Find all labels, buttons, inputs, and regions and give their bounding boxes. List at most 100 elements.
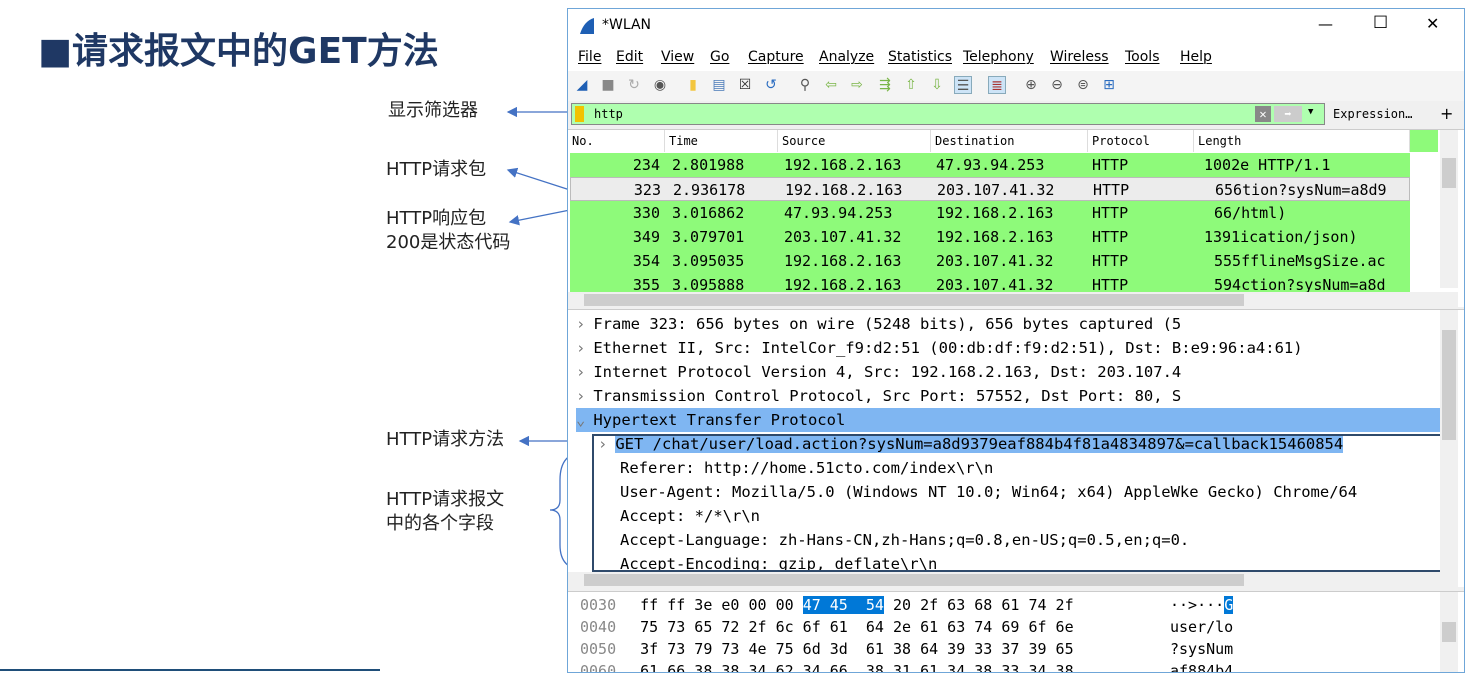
open-file-icon[interactable]: ▮	[684, 76, 702, 94]
minimize-button[interactable]: —	[1318, 15, 1333, 33]
hex-bytes: 3f 73 79 73 4e 75 6d 3d 61 38 64 39 33 3…	[640, 640, 1074, 658]
bytes-vscrollbar[interactable]	[1440, 592, 1458, 672]
go-forward-icon[interactable]: ⇨	[848, 76, 866, 94]
capture-options-icon[interactable]: ◉	[651, 76, 669, 94]
maximize-button[interactable]: ☐	[1373, 13, 1388, 33]
packet-cell-destination: 203.107.41.32	[936, 252, 1054, 270]
column-no[interactable]: No.	[568, 130, 665, 152]
detail-text: Frame 323: 656 bytes on wire (5248 bits)…	[593, 315, 1182, 333]
clear-filter-icon[interactable]: ✕	[1255, 106, 1271, 122]
menu-file[interactable]: File	[578, 49, 601, 65]
details-vscrollbar[interactable]	[1440, 310, 1458, 572]
column-length[interactable]: Length	[1194, 130, 1410, 152]
http-fields-highlight-box	[592, 434, 1442, 572]
menu-telephony[interactable]: Telephony	[963, 49, 1034, 65]
packet-row[interactable]: 234 2.801988 192.168.2.163 47.93.94.253 HTTP…	[570, 153, 1410, 177]
close-file-icon[interactable]: ☒	[736, 76, 754, 94]
packet-bytes: 0030 ff ff 3e e0 00 00 47 45 54 20 2f 63 …	[568, 591, 1464, 672]
display-filter-input[interactable]: http ✕ ➡ ▼	[571, 103, 1325, 125]
column-protocol[interactable]: Protocol	[1088, 130, 1194, 152]
packet-cell-time: 3.095035	[672, 252, 745, 270]
column-source[interactable]: Source	[778, 130, 931, 152]
menu-go[interactable]: Go	[710, 49, 729, 65]
go-to-packet-icon[interactable]: ⇶	[876, 76, 894, 94]
expand-icon[interactable]: ›	[576, 315, 585, 333]
packet-cell-info: 656tion?sysNum=a8d9	[1215, 181, 1387, 199]
menu-statistics[interactable]: Statistics	[888, 49, 952, 65]
packet-cell-info: 66/html)	[1214, 204, 1287, 222]
normal-size-icon[interactable]: ⊜	[1074, 76, 1092, 94]
expand-icon[interactable]: ›	[576, 387, 585, 405]
packet-cell-time: 2.936178	[673, 181, 746, 199]
hex-ascii-selected: G	[1224, 596, 1234, 614]
packet-row[interactable]: 349 3.079701 203.107.41.32 192.168.2.163 HTT…	[570, 225, 1410, 249]
packet-row[interactable]: 330 3.016862 47.93.94.253 192.168.2.163 HTTP…	[570, 201, 1410, 225]
zoom-in-icon[interactable]: ⊕	[1022, 76, 1040, 94]
resize-columns-icon[interactable]: ⊞	[1100, 76, 1118, 94]
packet-cell-info: 1002e HTTP/1.1	[1204, 156, 1331, 174]
hex-offset: 0030	[580, 596, 617, 614]
expression-button[interactable]: Expression…	[1333, 107, 1412, 121]
restart-capture-icon[interactable]: ↻	[625, 76, 643, 94]
filter-history-dropdown[interactable]: ▼	[1308, 107, 1313, 117]
filter-value: http	[594, 107, 623, 121]
packet-list-vscrollbar[interactable]	[1440, 130, 1458, 288]
reload-file-icon[interactable]: ↺	[762, 76, 780, 94]
hex-ascii: user/lo	[1170, 618, 1234, 636]
autoscroll-icon[interactable]: ☰	[954, 76, 972, 94]
detail-line[interactable]: › Ethernet II, Src: IntelCor_f9:d2:51 (00…	[576, 336, 1440, 360]
packet-cell-source: 192.168.2.163	[784, 156, 902, 174]
bookmark-icon[interactable]	[575, 106, 584, 122]
packet-cell-protocol: HTTP	[1092, 156, 1129, 174]
packet-cell-protocol: HTTP	[1092, 228, 1129, 246]
apply-filter-icon[interactable]: ➡	[1274, 106, 1302, 122]
menu-tools[interactable]: Tools	[1125, 49, 1160, 65]
packet-cell-no: 323	[633, 181, 661, 199]
menu-analyze[interactable]: Analyze	[819, 49, 874, 65]
packet-cell-info: 555fflineMsgSize.ac	[1214, 252, 1386, 270]
close-button[interactable]: ✕	[1426, 14, 1439, 33]
packet-cell-source: 192.168.2.163	[784, 252, 902, 270]
go-back-icon[interactable]: ⇦	[822, 76, 840, 94]
colorize-icon[interactable]: ≣	[988, 76, 1006, 94]
hex-offset: 0040	[580, 618, 617, 636]
stop-capture-icon[interactable]: ■	[599, 76, 617, 94]
expand-icon[interactable]: ›	[576, 339, 585, 357]
detail-line[interactable]: ⌄ Hypertext Transfer Protocol	[576, 408, 1440, 432]
collapse-icon[interactable]: ⌄	[576, 411, 585, 429]
detail-text: Internet Protocol Version 4, Src: 192.16…	[593, 363, 1182, 381]
column-destination[interactable]: Destination	[931, 130, 1088, 152]
detail-line[interactable]: › Frame 323: 656 bytes on wire (5248 bits…	[576, 312, 1440, 336]
menu-view[interactable]: View	[661, 49, 694, 65]
start-capture-icon[interactable]: ◢	[573, 76, 591, 94]
find-packet-icon[interactable]: ⚲	[796, 76, 814, 94]
packet-row[interactable]: 323 2.936178 192.168.2.163 203.107.41.32 HTT…	[570, 177, 1410, 201]
packet-row[interactable]: 354 3.095035 192.168.2.163 203.107.41.32 HTT…	[570, 249, 1410, 273]
menu-capture[interactable]: Capture	[748, 49, 804, 65]
detail-line[interactable]: › Transmission Control Protocol, Src Port…	[576, 384, 1440, 408]
last-packet-icon[interactable]: ⇩	[928, 76, 946, 94]
packet-cell-destination: 192.168.2.163	[936, 228, 1054, 246]
column-time[interactable]: Time	[665, 130, 778, 152]
detail-text: Transmission Control Protocol, Src Port:…	[593, 387, 1182, 405]
menu-bar: File Edit View Go Capture Analyze Statis…	[568, 43, 1464, 71]
save-file-icon[interactable]: ▤	[710, 76, 728, 94]
hex-bytes: 20 2f 63 68 61 74 2f	[883, 596, 1074, 614]
add-filter-button[interactable]: +	[1440, 104, 1453, 123]
packet-list-hscrollbar[interactable]	[568, 292, 1458, 308]
arrow-request	[506, 167, 571, 191]
menu-wireless[interactable]: Wireless	[1050, 49, 1109, 65]
hex-row: 0040 75 73 65 72 2f 6c 6f 61 64 2e 61 63 …	[580, 616, 1233, 638]
packet-cell-time: 3.079701	[672, 228, 745, 246]
detail-line[interactable]: › Internet Protocol Version 4, Src: 192.1…	[576, 360, 1440, 384]
menu-help[interactable]: Help	[1180, 49, 1212, 65]
menu-edit[interactable]: Edit	[616, 49, 643, 65]
first-packet-icon[interactable]: ⇧	[902, 76, 920, 94]
packet-cell-protocol: HTTP	[1092, 252, 1129, 270]
zoom-out-icon[interactable]: ⊖	[1048, 76, 1066, 94]
details-hscrollbar[interactable]	[568, 572, 1458, 588]
packet-cell-source: 203.107.41.32	[784, 228, 902, 246]
hex-row: 0060 61 66 38 38 34 62 34 66 38 31 61 34 …	[580, 660, 1233, 672]
expand-icon[interactable]: ›	[576, 363, 585, 381]
packet-cell-source: 192.168.2.163	[785, 181, 903, 199]
